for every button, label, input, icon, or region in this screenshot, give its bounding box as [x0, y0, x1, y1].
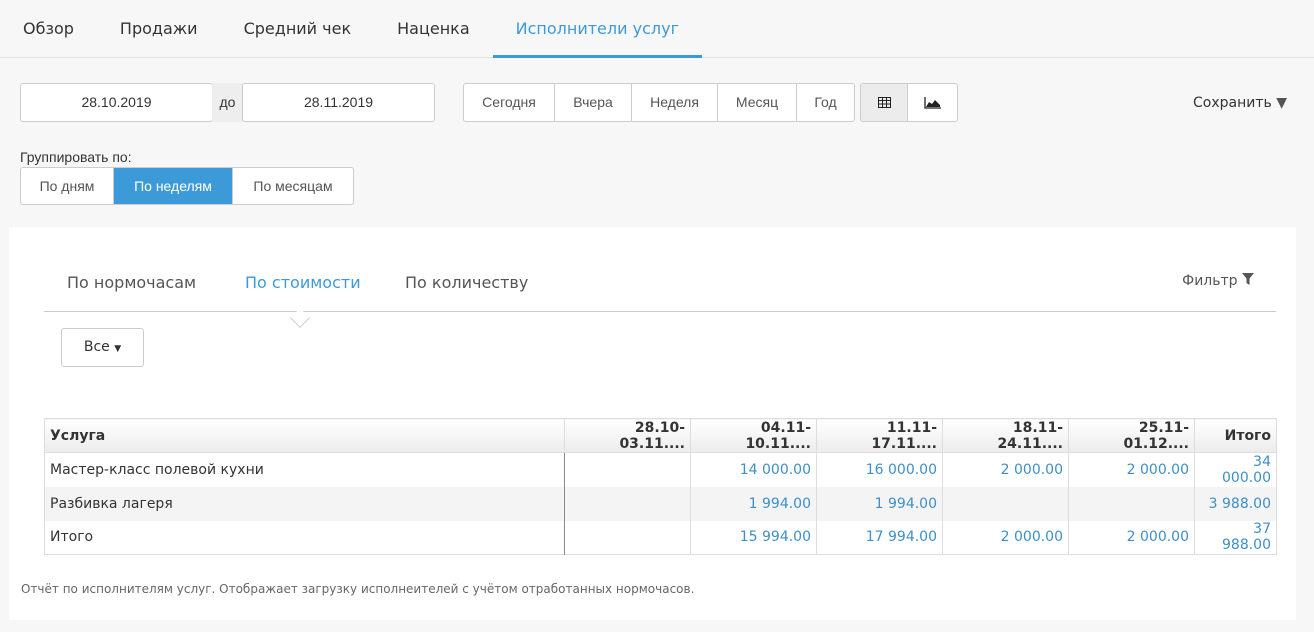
cell-value[interactable]: 14 000.00	[690, 452, 817, 487]
cell-value[interactable]: 16 000.00	[816, 452, 943, 487]
filter-icon	[1242, 273, 1254, 285]
table-header: Услуга 28.10-03.11.... 04.11-10.11.... 1…	[44, 418, 1277, 453]
top-nav: Обзор Продажи Средний чек Наценка Исполн…	[0, 0, 1314, 58]
cell-value[interactable]: 2 000.00	[1068, 520, 1195, 555]
tab-quantity[interactable]: По количеству	[405, 273, 528, 292]
tab-cost[interactable]: По стоимости	[245, 273, 361, 292]
cell-value[interactable]: 2 000.00	[942, 452, 1069, 487]
cell-value[interactable]: 1 994.00	[690, 486, 817, 521]
report-description: Отчёт по исполнителям услуг. Отображает …	[21, 582, 695, 596]
cell-total[interactable]: 34 000.00	[1194, 452, 1277, 487]
cell-value	[942, 486, 1069, 521]
cell-value	[564, 486, 691, 521]
table-total-row: Итого 15 994.00 17 994.00 2 000.00 2 000…	[44, 520, 1277, 555]
group-days-button[interactable]: По дням	[21, 168, 114, 204]
col-week-4[interactable]: 18.11-24.11....	[942, 418, 1069, 453]
table-row: Мастер-класс полевой кухни 14 000.00 16 …	[44, 452, 1277, 487]
metric-tabs: По нормочасам По стоимости По количеству…	[44, 273, 1276, 328]
cell-value[interactable]: 15 994.00	[690, 520, 817, 555]
report-card: По нормочасам По стоимости По количеству…	[9, 227, 1296, 620]
cell-value	[564, 452, 691, 487]
col-week-1[interactable]: 28.10-03.11....	[564, 418, 691, 453]
cell-service: Мастер-класс полевой кухни	[44, 452, 565, 487]
date-from-input[interactable]: 28.10.2019	[20, 83, 213, 122]
date-to-input[interactable]: 28.11.2019	[242, 83, 435, 122]
tab-norm-hours[interactable]: По нормочасам	[67, 273, 196, 292]
save-dropdown[interactable]: Сохранить ▼	[1193, 95, 1287, 111]
period-buttons: Сегодня Вчера Неделя Месяц Год	[463, 83, 855, 122]
active-tab-pointer	[290, 308, 310, 328]
group-months-button[interactable]: По месяцам	[233, 168, 353, 204]
table-view-button[interactable]	[861, 84, 908, 121]
cell-value	[1068, 486, 1195, 521]
table-icon	[877, 97, 891, 108]
col-week-5[interactable]: 25.11-01.12....	[1068, 418, 1195, 453]
cell-total[interactable]: 37 988.00	[1194, 520, 1277, 555]
period-yesterday-button[interactable]: Вчера	[555, 84, 632, 121]
table-row: Разбивка лагеря 1 994.00 1 994.00 3 988.…	[44, 486, 1277, 521]
cell-value[interactable]: 2 000.00	[1068, 452, 1195, 487]
report-table: Услуга 28.10-03.11.... 04.11-10.11.... 1…	[44, 418, 1277, 555]
cell-value[interactable]: 17 994.00	[816, 520, 943, 555]
col-week-3[interactable]: 11.11-17.11....	[816, 418, 943, 453]
col-service[interactable]: Услуга	[44, 418, 565, 453]
date-separator: до	[212, 83, 243, 122]
tab-markup[interactable]: Наценка	[374, 0, 493, 58]
all-label: Все	[83, 339, 110, 355]
group-weeks-button[interactable]: По неделям	[114, 168, 233, 204]
area-chart-icon	[924, 96, 941, 109]
tab-sales[interactable]: Продажи	[97, 0, 221, 58]
tab-overview[interactable]: Обзор	[0, 0, 97, 58]
group-by-buttons: По дням По неделям По месяцам	[20, 167, 354, 205]
cell-total[interactable]: 3 988.00	[1194, 486, 1277, 521]
period-today-button[interactable]: Сегодня	[464, 84, 555, 121]
view-toggle	[860, 83, 958, 122]
cell-value[interactable]: 1 994.00	[816, 486, 943, 521]
chart-view-button[interactable]	[908, 84, 957, 121]
col-total[interactable]: Итого	[1194, 418, 1277, 453]
cell-value[interactable]: 2 000.00	[942, 520, 1069, 555]
save-label: Сохранить	[1193, 95, 1272, 111]
caret-down-icon: ▼	[114, 344, 122, 354]
tab-service-performers[interactable]: Исполнители услуг	[492, 0, 702, 58]
period-week-button[interactable]: Неделя	[632, 84, 718, 121]
filter-label: Фильтр	[1182, 273, 1238, 289]
period-year-button[interactable]: Год	[797, 84, 854, 121]
tab-average-check[interactable]: Средний чек	[221, 0, 375, 58]
group-by-label: Группировать по:	[20, 149, 132, 165]
cell-service: Итого	[44, 520, 565, 555]
all-dropdown[interactable]: Все ▼	[61, 328, 144, 367]
filter-button[interactable]: Фильтр	[1182, 273, 1254, 289]
caret-down-icon: ▼	[1276, 95, 1287, 111]
col-week-2[interactable]: 04.11-10.11....	[690, 418, 817, 453]
cell-service: Разбивка лагеря	[44, 486, 565, 521]
cell-value	[564, 520, 691, 555]
period-month-button[interactable]: Месяц	[718, 84, 797, 121]
